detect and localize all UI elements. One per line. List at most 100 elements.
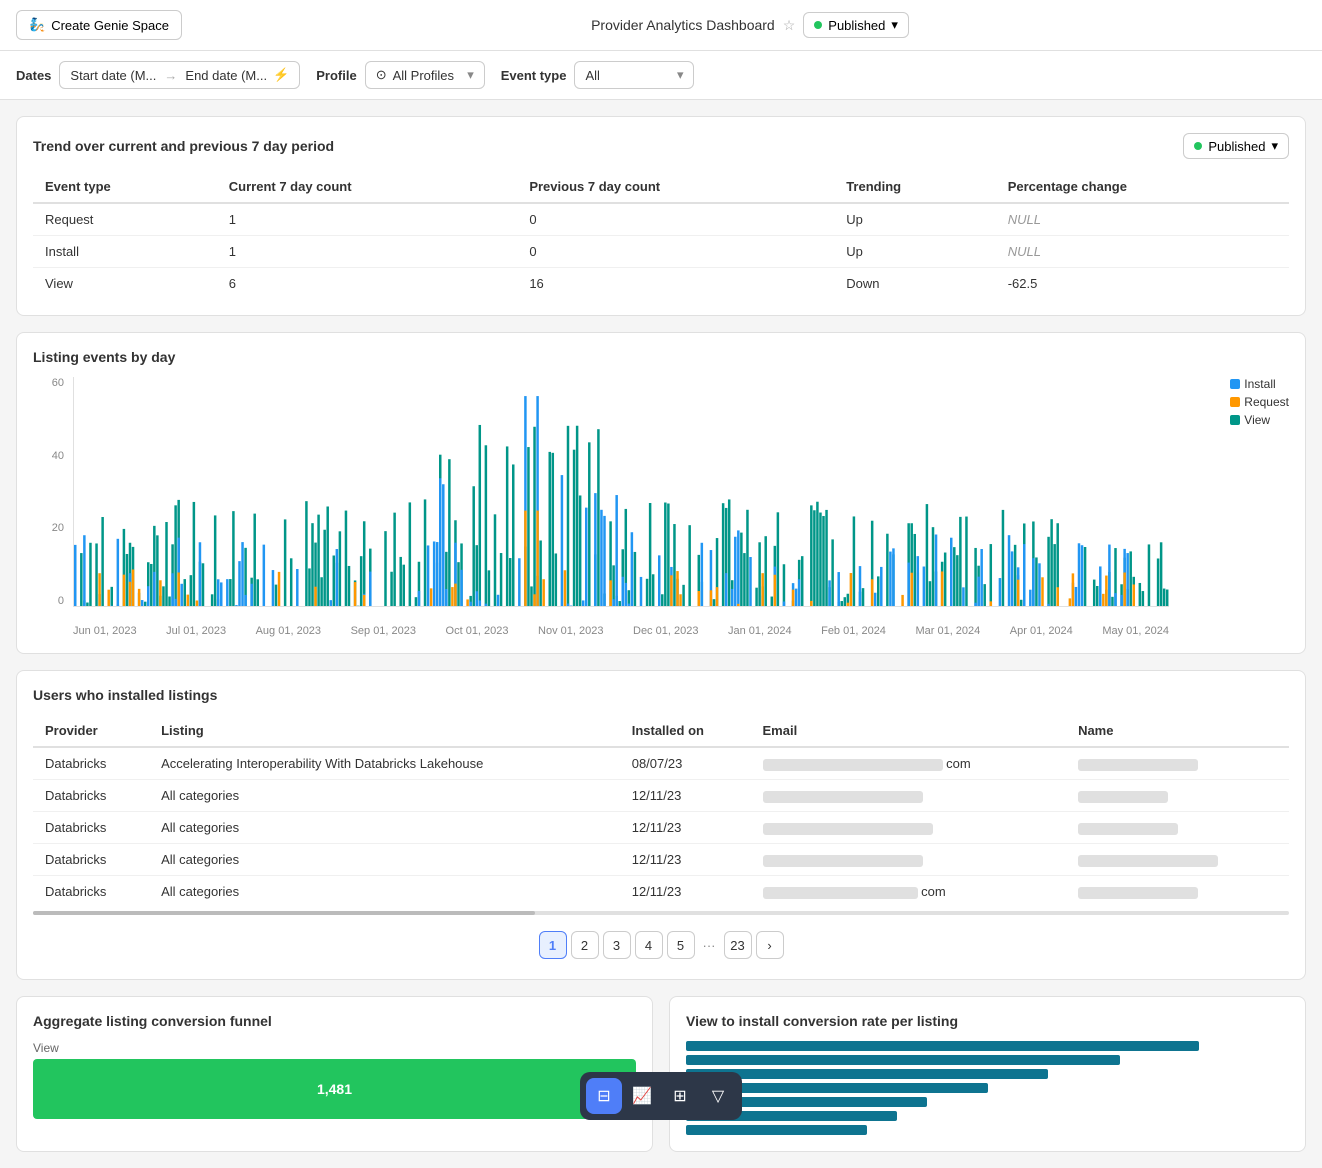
start-date: Start date (M... <box>70 68 156 83</box>
blurred-name <box>1078 791 1168 803</box>
app-header: 🧞 Create Genie Space Provider Analytics … <box>0 0 1322 51</box>
funnel-toolbar-button[interactable]: ▽ <box>700 1078 736 1114</box>
arrow-icon: → <box>164 68 177 83</box>
cell-pct: -62.5 <box>996 268 1289 300</box>
cell-email <box>751 844 1067 876</box>
cell-provider: Databricks <box>33 844 149 876</box>
funnel-view-value: 1,481 <box>317 1081 352 1097</box>
col-name: Name <box>1066 715 1289 747</box>
cell-event-type: Request <box>33 203 217 236</box>
funnel-view-label: View <box>33 1041 636 1055</box>
profile-select[interactable]: ⊙ All Profiles ▾ <box>365 61 485 89</box>
profile-label: Profile <box>316 68 356 83</box>
x-axis-label: Sep 01, 2023 <box>351 625 416 637</box>
blurred-email <box>763 887 918 899</box>
cell-trending: Down <box>834 268 996 300</box>
cell-name <box>1066 812 1289 844</box>
cell-name <box>1066 844 1289 876</box>
cell-installed: 12/11/23 <box>620 844 751 876</box>
page-5-button[interactable]: 5 <box>667 931 695 959</box>
legend-install-dot <box>1230 379 1240 389</box>
pagination: 1 2 3 4 5 ··· 23 › <box>33 919 1289 963</box>
list-item: Databricks All categories 12/11/23 <box>33 844 1289 876</box>
blurred-name <box>1078 823 1178 835</box>
star-icon[interactable]: ☆ <box>783 17 796 34</box>
col-listing: Listing <box>149 715 620 747</box>
aggregate-title: Aggregate listing conversion funnel <box>33 1013 636 1029</box>
dates-label: Dates <box>16 68 51 83</box>
page-4-button[interactable]: 4 <box>635 931 663 959</box>
blurred-name <box>1078 759 1198 771</box>
funnel-bar-wrap: View 1,481 <box>33 1041 636 1119</box>
cell-listing: All categories <box>149 876 620 908</box>
profile-icon: ⊙ <box>376 67 387 83</box>
cell-pct: NULL <box>996 203 1289 236</box>
x-axis-label: Aug 01, 2023 <box>256 625 321 637</box>
x-axis-label: Apr 01, 2024 <box>1010 625 1073 637</box>
conversion-bar-1 <box>686 1041 1199 1051</box>
conversion-title: View to install conversion rate per list… <box>686 1013 1289 1029</box>
filter-toolbar-button[interactable]: ⊟ <box>586 1078 622 1114</box>
col-pct-change: Percentage change <box>996 171 1289 203</box>
end-date: End date (M... <box>185 68 267 83</box>
create-genie-space-button[interactable]: 🧞 Create Genie Space <box>16 10 182 40</box>
legend-request-dot <box>1230 397 1240 407</box>
chart-bars <box>73 377 1169 607</box>
horizontal-scrollbar[interactable] <box>33 911 1289 915</box>
cell-trending: Up <box>834 203 996 236</box>
cell-event-type: Install <box>33 236 217 268</box>
chart-toolbar-button[interactable]: 📈 <box>624 1078 660 1114</box>
event-type-select[interactable]: All ▾ <box>574 61 694 89</box>
users-table: Provider Listing Installed on Email Name… <box>33 715 1289 907</box>
blurred-name <box>1078 887 1198 899</box>
list-item: Databricks Accelerating Interoperability… <box>33 747 1289 780</box>
x-axis: Jun 01, 2023 Jul 01, 2023 Aug 01, 2023 Sep … <box>73 625 1169 637</box>
blurred-email <box>763 855 923 867</box>
chart-container: 60 40 20 0 Jun 01, 2023Jul 01, 2023Aug 0… <box>33 377 1289 637</box>
trend-table-row: Install 1 0 Up NULL <box>33 236 1289 268</box>
cell-listing: Accelerating Interoperability With Datab… <box>149 747 620 780</box>
published-label: Published <box>828 18 885 33</box>
page-23-button[interactable]: 23 <box>724 931 752 959</box>
page-2-button[interactable]: 2 <box>571 931 599 959</box>
chevron-down-icon: ▾ <box>1271 138 1278 154</box>
trend-card-header: Trend over current and previous 7 day pe… <box>33 133 1289 159</box>
col-event-type: Event type <box>33 171 217 203</box>
scroll-thumb[interactable] <box>33 911 535 915</box>
trend-table-row: Request 1 0 Up NULL <box>33 203 1289 236</box>
table-toolbar-button[interactable]: ⊞ <box>662 1078 698 1114</box>
page-3-button[interactable]: 3 <box>603 931 631 959</box>
date-range-picker[interactable]: Start date (M... → End date (M... ⚡ <box>59 61 300 89</box>
users-table-wrapper[interactable]: Provider Listing Installed on Email Name… <box>33 715 1289 907</box>
users-title: Users who installed listings <box>33 687 1289 703</box>
legend-request: Request <box>1230 395 1289 409</box>
x-axis-label: Dec 01, 2023 <box>633 625 698 637</box>
x-axis-label: Jul 01, 2023 <box>166 625 226 637</box>
x-axis-label: Oct 01, 2023 <box>446 625 509 637</box>
dashboard-title: Provider Analytics Dashboard <box>591 17 775 33</box>
page-1-button[interactable]: 1 <box>539 931 567 959</box>
users-card: Users who installed listings Provider Li… <box>16 670 1306 980</box>
trend-table: Event type Current 7 day count Previous … <box>33 171 1289 299</box>
page-next-button[interactable]: › <box>756 931 784 959</box>
cell-name <box>1066 747 1289 780</box>
trend-published-button[interactable]: Published ▾ <box>1183 133 1289 159</box>
chevron-down-icon: ▾ <box>891 17 898 33</box>
page-ellipsis: ··· <box>699 938 720 953</box>
header-center: Provider Analytics Dashboard ☆ Published… <box>194 12 1306 38</box>
bars-svg <box>74 377 1169 606</box>
cell-installed: 12/11/23 <box>620 812 751 844</box>
x-axis-label: Jun 01, 2023 <box>73 625 137 637</box>
col-current-7day: Current 7 day count <box>217 171 518 203</box>
event-type-value: All <box>585 68 599 83</box>
x-axis-label: May 01, 2024 <box>1102 625 1169 637</box>
chart-legend: Install Request View <box>1230 377 1289 427</box>
published-status-button[interactable]: Published ▾ <box>803 12 909 38</box>
list-item: Databricks All categories 12/11/23 com <box>33 876 1289 908</box>
cell-pct: NULL <box>996 236 1289 268</box>
filters-bar: Dates Start date (M... → End date (M... … <box>0 51 1322 100</box>
cell-email: com <box>751 747 1067 780</box>
list-item: Databricks All categories 12/11/23 <box>33 812 1289 844</box>
col-previous-7day: Previous 7 day count <box>517 171 834 203</box>
cell-previous: 16 <box>517 268 834 300</box>
